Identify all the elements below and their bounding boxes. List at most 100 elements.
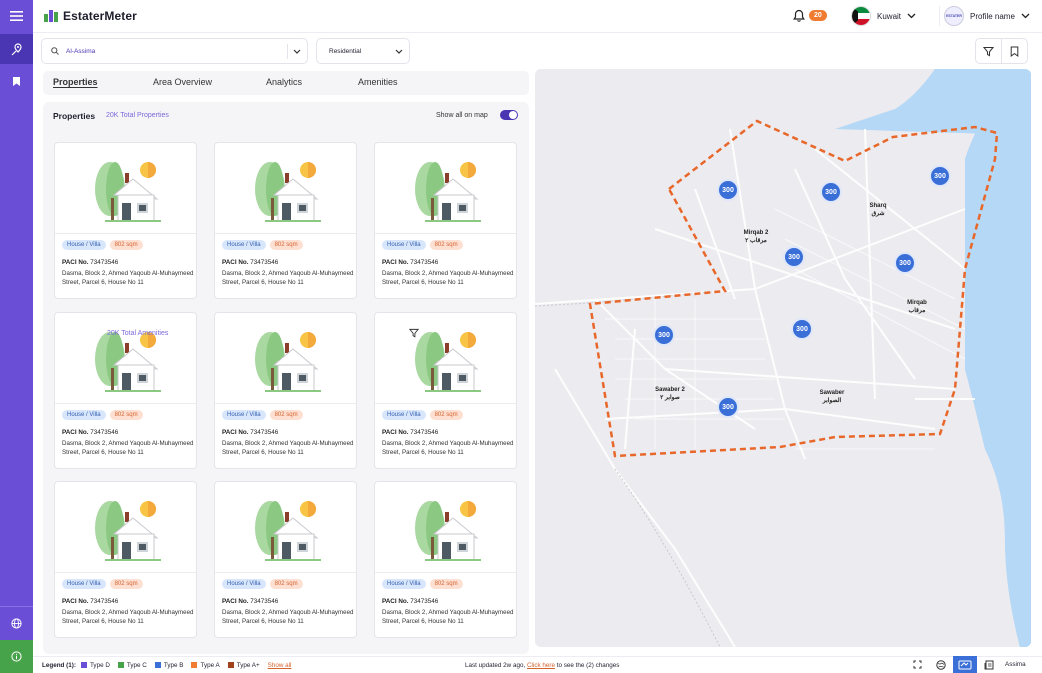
panel-title: Properties: [53, 111, 96, 121]
paci-number: PACI No. 73473546: [382, 259, 438, 266]
show-all-toggle[interactable]: [500, 110, 518, 120]
bookmark-button[interactable]: [1001, 38, 1028, 64]
paci-label: PACI No.: [62, 259, 89, 266]
map-layer-button[interactable]: [953, 656, 977, 673]
house-illustration-icon: [95, 162, 161, 222]
paci-number: PACI No. 73473546: [62, 429, 118, 436]
house-illustration-icon: [415, 332, 481, 392]
filter-button[interactable]: [975, 38, 1002, 64]
property-type-tag: House / Villa: [222, 410, 266, 420]
type-select-value: Residential: [329, 47, 362, 55]
filter-icon: [409, 328, 419, 338]
bell-icon[interactable]: [793, 9, 805, 22]
property-card[interactable]: House / Villa 802 sqm PACI No. 73473546 Das…: [374, 312, 517, 469]
saved-nav-button[interactable]: [0, 65, 33, 97]
tab-amenities[interactable]: Amenities: [358, 77, 398, 87]
property-image: [55, 482, 196, 573]
map-cluster-marker[interactable]: 300: [717, 179, 739, 201]
area-select-value: Al-Assima: [66, 47, 96, 55]
paci-value: 73473546: [250, 259, 279, 266]
tab-area-overview[interactable]: Area Overview: [153, 77, 212, 87]
property-size-tag: 802 sqm: [109, 579, 143, 589]
property-tags: House / Villa 802 sqm: [382, 410, 463, 420]
avatar: ESTATER: [944, 6, 964, 26]
property-type-tag: House / Villa: [62, 579, 106, 589]
house-illustration-icon: [255, 332, 321, 392]
map-cluster-marker[interactable]: 300: [894, 252, 916, 274]
country-selector[interactable]: Kuwait: [851, 6, 916, 26]
legend-swatch: [80, 662, 87, 668]
property-size-tag: 802 sqm: [269, 579, 303, 589]
profile-menu[interactable]: ESTATER Profile name: [939, 6, 1030, 26]
map-layers-icon: [958, 660, 972, 669]
tab-analytics[interactable]: Analytics: [266, 77, 302, 87]
map-view[interactable]: 300 300 300 300 300 300 300 300 Sharq شرق Mirqab 2…: [535, 69, 1031, 647]
app-logo[interactable]: EstaterMeter: [43, 9, 137, 23]
legend-item[interactable]: Type C: [117, 662, 147, 669]
paci-label: PACI No.: [222, 598, 249, 605]
property-card[interactable]: House / Villa 802 sqm PACI No. 73473546 Das…: [214, 481, 357, 638]
map-canvas[interactable]: [535, 69, 1031, 647]
hamburger-icon: [10, 11, 23, 21]
property-tags: House / Villa 802 sqm: [62, 579, 143, 589]
fullscreen-button[interactable]: [905, 656, 929, 673]
menu-button[interactable]: [0, 0, 33, 32]
map-toolbar: Assima: [905, 656, 1026, 673]
tab-properties[interactable]: Properties: [53, 77, 98, 87]
language-button[interactable]: [0, 607, 33, 639]
map-area-label: Sharq شرق: [869, 202, 886, 218]
paci-number: PACI No. 73473546: [62, 259, 118, 266]
bookmark-icon: [1010, 46, 1019, 57]
legend-item[interactable]: Type B: [154, 662, 183, 669]
profile-name: Profile name: [970, 11, 1015, 21]
paci-value: 73473546: [410, 598, 439, 605]
filter-bar: Al-Assima Residential: [33, 33, 1042, 69]
map-cluster-marker[interactable]: 300: [820, 181, 842, 203]
bookmark-icon: [13, 76, 20, 86]
globe-button[interactable]: [929, 656, 953, 673]
logo-icon: [44, 10, 58, 22]
info-button[interactable]: [0, 640, 33, 673]
property-type-select[interactable]: Residential: [316, 38, 410, 64]
property-card[interactable]: House / Villa 802 sqm PACI No. 73473546 Das…: [54, 481, 197, 638]
chevron-down-icon: [293, 49, 301, 54]
paci-number: PACI No. 73473546: [222, 429, 278, 436]
top-bar: EstaterMeter 20 Kuwait ESTATER Profile n…: [33, 0, 1042, 33]
area-select[interactable]: Al-Assima: [41, 38, 308, 64]
house-illustration-icon: [415, 162, 481, 222]
notification-badge: 20: [809, 10, 827, 21]
map-cluster-marker[interactable]: 300: [653, 324, 675, 346]
property-card[interactable]: House / Villa 802 sqm PACI No. 73473546 Das…: [214, 142, 357, 299]
map-area-label: Sawaber 2 صوابر ٢: [655, 386, 685, 402]
legend-item[interactable]: Type A+: [227, 661, 260, 669]
map-cluster-marker[interactable]: 300: [717, 396, 739, 418]
map-cluster-marker[interactable]: 300: [791, 318, 813, 340]
legend-item[interactable]: Type A: [191, 662, 220, 669]
property-card[interactable]: House / Villa 802 sqm PACI No. 73473546 Das…: [374, 481, 517, 638]
map-cluster-marker[interactable]: 300: [929, 165, 951, 187]
legend-item[interactable]: Type D: [80, 662, 110, 669]
property-card[interactable]: House / Villa 802 sqm PACI No. 73473546 Das…: [214, 312, 357, 469]
property-address: Dasma, Block 2, Ahmed Yaqoub Al-Muhaymee…: [222, 270, 354, 286]
property-address: Dasma, Block 2, Ahmed Yaqoub Al-Muhaymee…: [62, 440, 194, 456]
property-card[interactable]: House / Villa 802 sqm PACI No. 73473546 Das…: [54, 142, 197, 299]
house-illustration-icon: [95, 501, 161, 561]
chevron-down-icon: [907, 13, 916, 19]
click-here-link[interactable]: Click here: [527, 662, 555, 669]
amenities-count-overlay: 20K Total Amenities: [107, 330, 169, 337]
property-type-tag: House / Villa: [382, 240, 426, 250]
property-address: Dasma, Block 2, Ahmed Yaqoub Al-Muhaymee…: [382, 270, 514, 286]
property-size-tag: 802 sqm: [109, 240, 143, 250]
area-name-ar: صوابر ٢: [660, 395, 680, 401]
property-card[interactable]: House / Villa 802 sqm PACI No. 73473546 Das…: [374, 142, 517, 299]
map-nav-button[interactable]: [0, 34, 33, 64]
legend-label: Type A+: [236, 661, 260, 669]
paci-label: PACI No.: [222, 429, 249, 436]
document-icon: [984, 660, 994, 669]
property-size-tag: 802 sqm: [429, 240, 463, 250]
show-all-link[interactable]: Show all: [268, 662, 292, 669]
property-image: [215, 313, 356, 404]
map-cluster-marker[interactable]: 300: [783, 246, 805, 268]
report-button[interactable]: [977, 656, 1001, 673]
area-name-en: Sharq: [869, 203, 887, 209]
